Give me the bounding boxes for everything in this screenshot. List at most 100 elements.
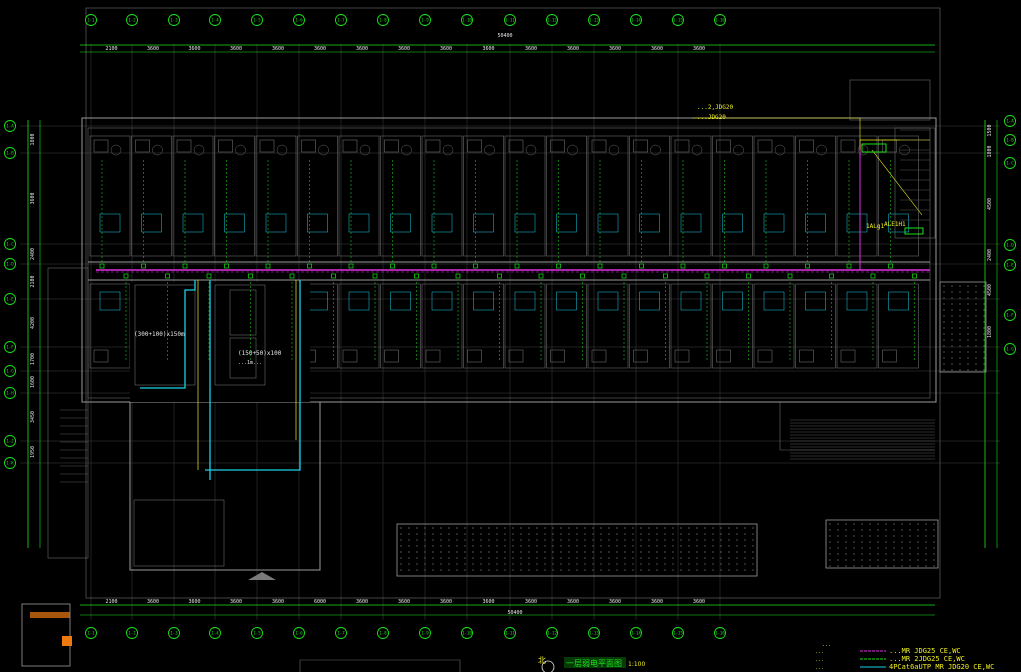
- hatch-bottom-center-dot: [576, 527, 578, 529]
- bottom-dim-3: 3600: [230, 599, 242, 605]
- door-top-13: [650, 144, 661, 156]
- hatch-bottom-center-dot: [536, 557, 538, 559]
- bottom-dim-9: 3600: [482, 599, 494, 605]
- hatch-bottom-center-dot: [504, 563, 506, 565]
- room-bottom-8: [421, 283, 463, 369]
- hatch-bottom-center-dot: [552, 527, 554, 529]
- hatch-bottom-right-dot: [845, 529, 847, 531]
- hatch-right-dot: [967, 357, 969, 359]
- axis-label-left-0: 1-A: [6, 124, 14, 129]
- hatch-bottom-center-dot: [528, 527, 530, 529]
- hatch-bottom-center-dot: [712, 527, 714, 529]
- hatch-bottom-center-dot: [520, 569, 522, 571]
- hatch-bottom-center-dot: [472, 527, 474, 529]
- hatch-bottom-right: [825, 519, 939, 569]
- hatch-right-dot: [983, 345, 985, 347]
- hatch-bottom-center-dot: [656, 563, 658, 565]
- hatch-bottom-right-dot: [861, 535, 863, 537]
- hatch-bottom-center-dot: [672, 557, 674, 559]
- hatch-bottom-center-dot: [624, 551, 626, 553]
- hatch-bottom-center-dot: [600, 563, 602, 565]
- bed-bottom-18: [846, 291, 868, 311]
- hatch-bottom-center-dot: [616, 533, 618, 535]
- hatch-bottom-center-dot: [680, 533, 682, 535]
- hatch-right-dot: [951, 351, 953, 353]
- hatch-bottom-right-dot: [877, 547, 879, 549]
- room-bottom-16: [753, 283, 795, 369]
- hatch-bottom-right-dot: [861, 565, 863, 567]
- hatch-right-dot: [967, 285, 969, 287]
- hatch-bottom-center-dot: [504, 539, 506, 541]
- hatch-bottom-right-dot: [829, 553, 831, 555]
- hatch-bottom-center-dot: [712, 563, 714, 565]
- hatch-bottom-center-dot: [640, 545, 642, 547]
- hatch-bottom-center-dot: [712, 557, 714, 559]
- room-top-17: [795, 135, 836, 257]
- room-top-5: [297, 135, 338, 257]
- hatch-bottom-center-dot: [440, 551, 442, 553]
- room-bottom-14: [670, 283, 712, 369]
- left-dim-8: 1950: [30, 446, 36, 458]
- hatch-bottom-center-dot: [512, 557, 514, 559]
- plan-scale: 1:100: [628, 661, 645, 668]
- hatch-right-dot: [975, 327, 977, 329]
- hatch-bottom-center-dot: [528, 557, 530, 559]
- bottom-dim-0: 2100: [105, 599, 117, 605]
- hatch-right-dot: [967, 303, 969, 305]
- left-dim-6: 1600: [30, 376, 36, 388]
- hatch-bottom-center-dot: [552, 545, 554, 547]
- hatch-bottom-center-dot: [408, 551, 410, 553]
- hatch-bottom-center-dot: [592, 533, 594, 535]
- legend-row-3-label: ...: [815, 665, 824, 671]
- hatch-right-dot: [983, 285, 985, 287]
- hatch-bottom-center-dot: [624, 557, 626, 559]
- hatch-right-dot: [983, 357, 985, 359]
- axis-label-right-0: 1-A: [1006, 119, 1014, 124]
- hatch-bottom-right-dot: [837, 523, 839, 525]
- hatch-bottom-center-dot: [752, 569, 754, 571]
- hatch-bottom-center-dot: [752, 545, 754, 547]
- hatch-bottom-center-dot: [504, 557, 506, 559]
- hatch-bottom-right-dot: [933, 541, 935, 543]
- room-bottom-19: [878, 283, 919, 369]
- hatch-bottom-center-dot: [544, 533, 546, 535]
- hatch-right-dot: [983, 321, 985, 323]
- hatch-right-dot: [983, 339, 985, 341]
- room-top-0: [89, 135, 131, 257]
- hatch-bottom-right-dot: [877, 541, 879, 543]
- hatch-bottom-right-dot: [837, 541, 839, 543]
- panel-right: [904, 227, 924, 235]
- hatch-right: [939, 281, 987, 373]
- axis-label-left-7: 1-H: [6, 391, 14, 396]
- hatch-bottom-center-dot: [488, 563, 490, 565]
- hatch-right-dot: [975, 315, 977, 317]
- hatch-bottom-center-dot: [584, 551, 586, 553]
- bath-bottom-7: [384, 349, 399, 363]
- axis-label-x-15-0: 1-16: [715, 18, 725, 23]
- hatch-bottom-center-dot: [624, 539, 626, 541]
- hatch-bottom-center-dot: [696, 545, 698, 547]
- door-top-16: [774, 144, 786, 156]
- hatch-bottom-center-dot: [424, 569, 426, 571]
- hatch-bottom-center-dot: [576, 563, 578, 565]
- hatch-bottom-center-dot: [552, 533, 554, 535]
- door-top-6: [359, 144, 371, 156]
- axis-label-x-6-0: 1-7: [337, 18, 345, 23]
- room-top-13: [629, 135, 670, 257]
- hatch-bottom-center-dot: [624, 533, 626, 535]
- hatch-right-dot: [943, 363, 945, 365]
- hatch-bottom-center-dot: [456, 557, 458, 559]
- lower-room: [133, 499, 225, 567]
- hatch-bottom-center-dot: [424, 533, 426, 535]
- hatch-right-dot: [983, 351, 985, 353]
- hatch-bottom-right-dot: [853, 535, 855, 537]
- hatch-bottom-center-dot: [488, 533, 490, 535]
- hatch-bottom-right-dot: [925, 535, 927, 537]
- hatch-bottom-right-dot: [885, 529, 887, 531]
- hatch-bottom-center-dot: [592, 527, 594, 529]
- hatch-bottom-center-dot: [632, 533, 634, 535]
- axis-label-x-7-0: 1-8: [379, 18, 387, 23]
- hatch-bottom-right-dot: [853, 559, 855, 561]
- outlet-bottom-19: [912, 273, 917, 279]
- cad-plan-drawing: 2100 3600 3600 3600 3600 3600 3600 3600 3600 3600…: [4, 7, 1016, 672]
